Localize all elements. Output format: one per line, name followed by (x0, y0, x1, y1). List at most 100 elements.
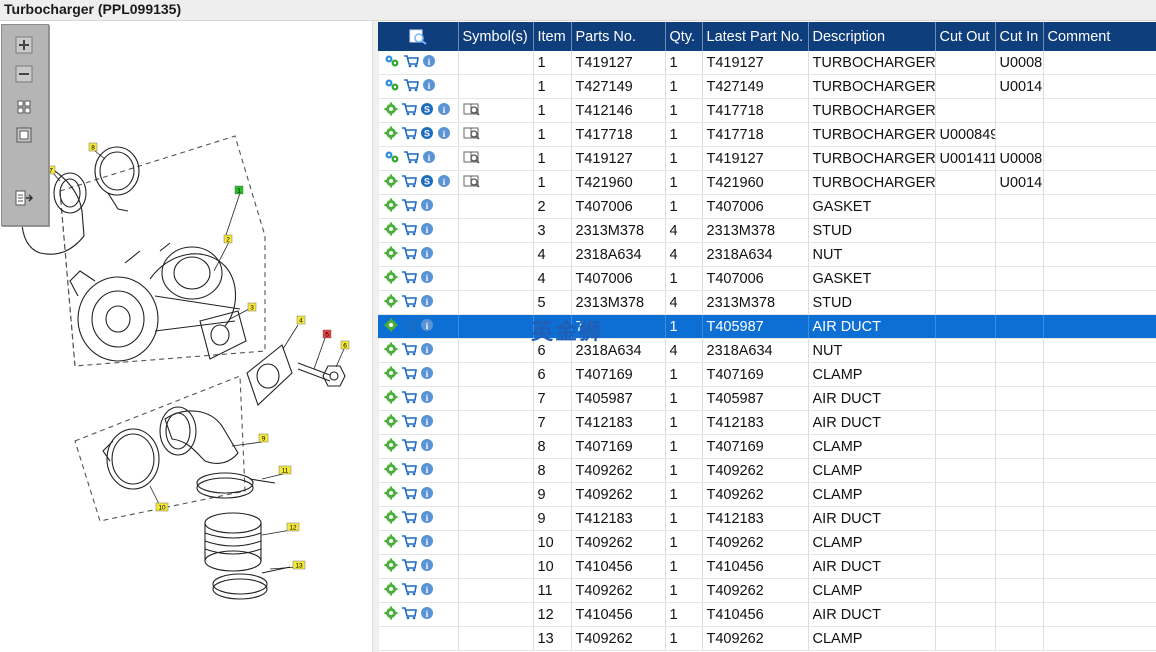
info-icon[interactable]: i (420, 390, 434, 408)
info-icon[interactable]: i (420, 246, 434, 264)
gear-icon[interactable] (384, 198, 398, 216)
parts-icon[interactable] (384, 78, 400, 96)
col-header-description[interactable]: Description (808, 22, 936, 51)
cart-icon[interactable] (401, 102, 417, 120)
info-icon[interactable]: i (420, 414, 434, 432)
cart-icon[interactable] (401, 438, 417, 456)
table-row[interactable]: i 1 T419127 1 T419127 TURBOCHARGER U0008 (378, 51, 1156, 75)
gear-icon[interactable] (384, 486, 398, 504)
info-icon[interactable]: i (437, 174, 451, 192)
cart-icon[interactable] (403, 78, 419, 96)
col-header-cut-out[interactable]: Cut Out (935, 22, 996, 51)
info-icon[interactable]: i (437, 102, 451, 120)
gear-icon[interactable] (384, 438, 398, 456)
cart-icon[interactable] (401, 414, 417, 432)
table-row[interactable]: Si 1 T417718 1 T417718 TURBOCHARGER U000849 (378, 122, 1156, 147)
cart-icon[interactable] (401, 366, 417, 384)
service-icon[interactable]: S (420, 174, 434, 192)
info-icon[interactable]: i (422, 54, 436, 72)
table-row[interactable]: i 9 T412183 1 T412183 AIR DUCT (378, 506, 1156, 531)
info-icon[interactable]: i (420, 198, 434, 216)
gear-icon[interactable] (384, 342, 398, 360)
col-header-parts-no[interactable]: Parts No. (571, 22, 666, 51)
gear-icon[interactable] (384, 294, 398, 312)
info-icon[interactable]: i (420, 486, 434, 504)
cart-icon[interactable] (401, 390, 417, 408)
gear-icon[interactable] (384, 462, 398, 480)
table-row[interactable]: i 11 T409262 1 T409262 CLAMP (378, 578, 1156, 603)
info-icon[interactable]: i (420, 534, 434, 552)
cart-icon[interactable] (401, 294, 417, 312)
zoom-out-icon[interactable] (13, 64, 35, 84)
illustration-book-icon[interactable] (463, 150, 481, 168)
table-row[interactable]: i 2 T407006 1 T407006 GASKET (378, 194, 1156, 219)
info-icon[interactable]: i (420, 294, 434, 312)
illustration-book-icon[interactable] (463, 174, 481, 192)
col-header-symbols[interactable]: Symbol(s) (458, 22, 534, 51)
info-icon[interactable]: i (420, 558, 434, 576)
parts-icon[interactable] (384, 54, 400, 72)
fit-page-icon[interactable] (13, 97, 35, 117)
table-row[interactable]: 13 T409262 1 T409262 CLAMP (378, 626, 1156, 651)
table-row[interactable]: i 7 1 T405987 AIR DUCT (378, 314, 1156, 339)
gear-icon[interactable] (384, 126, 398, 144)
table-row[interactable]: Si 1 T412146 1 T417718 TURBOCHARGER (378, 98, 1156, 123)
table-row[interactable]: i 1 T419127 1 T419127 TURBOCHARGER U001411 U000… (378, 146, 1156, 171)
cart-icon[interactable] (401, 126, 417, 144)
info-icon[interactable]: i (422, 78, 436, 96)
col-header-qty[interactable]: Qty. (665, 22, 703, 51)
table-row[interactable]: i 10 T410456 1 T410456 AIR DUCT (378, 554, 1156, 579)
info-icon[interactable]: i (420, 606, 434, 624)
gear-icon[interactable] (384, 414, 398, 432)
gear-icon[interactable] (384, 558, 398, 576)
cart-icon[interactable] (401, 582, 417, 600)
info-icon[interactable]: i (420, 438, 434, 456)
table-row[interactable]: i 6 2318A634 4 2318A634 NUT (378, 338, 1156, 363)
illustration-book-icon[interactable] (463, 102, 481, 120)
table-row[interactable]: i 1 T427149 1 T427149 TURBOCHARGER U0014 (378, 74, 1156, 99)
cart-icon[interactable] (401, 198, 417, 216)
cart-icon[interactable] (403, 150, 419, 168)
cart-icon[interactable] (401, 174, 417, 192)
cart-icon[interactable] (401, 534, 417, 552)
table-row[interactable]: i 10 T409262 1 T409262 CLAMP (378, 530, 1156, 555)
info-icon[interactable]: i (420, 462, 434, 480)
cart-icon[interactable] (401, 222, 417, 240)
table-row[interactable]: Si 1 T421960 1 T421960 TURBOCHARGER U0014 (378, 170, 1156, 195)
gear-icon[interactable] (384, 366, 398, 384)
col-header-find[interactable] (378, 22, 459, 51)
table-row[interactable]: i 5 2313M378 4 2313M378 STUD (378, 290, 1156, 315)
gear-icon[interactable] (384, 222, 398, 240)
info-icon[interactable]: i (420, 222, 434, 240)
table-row[interactable]: i 7 T405987 1 T405987 AIR DUCT (378, 386, 1156, 411)
table-row[interactable]: i 6 T407169 1 T407169 CLAMP (378, 362, 1156, 387)
col-header-item[interactable]: Item (533, 22, 572, 51)
cart-icon[interactable] (401, 318, 417, 336)
cart-icon[interactable] (401, 462, 417, 480)
export-icon[interactable] (13, 188, 35, 208)
gear-icon[interactable] (384, 510, 398, 528)
cart-icon[interactable] (401, 270, 417, 288)
table-row[interactable]: i 12 T410456 1 T410456 AIR DUCT (378, 602, 1156, 627)
col-header-cut-in[interactable]: Cut In (995, 22, 1044, 51)
gear-icon[interactable] (384, 606, 398, 624)
info-icon[interactable]: i (420, 270, 434, 288)
gear-icon[interactable] (384, 318, 398, 336)
info-icon[interactable]: i (437, 126, 451, 144)
col-header-comment[interactable]: Comment (1043, 22, 1156, 51)
service-icon[interactable]: S (420, 102, 434, 120)
gear-icon[interactable] (384, 102, 398, 120)
table-row[interactable]: i 3 2313M378 4 2313M378 STUD (378, 218, 1156, 243)
gear-icon[interactable] (384, 246, 398, 264)
info-icon[interactable]: i (420, 510, 434, 528)
exploded-diagram[interactable]: 1 2 3 4 5 6 7 8 9 10 11 12 13 (0, 21, 372, 652)
zoom-in-icon[interactable] (13, 35, 35, 55)
col-header-latest-part-no[interactable]: Latest Part No. (702, 22, 809, 51)
parts-icon[interactable] (384, 150, 400, 168)
table-row[interactable]: i 7 T412183 1 T412183 AIR DUCT (378, 410, 1156, 435)
info-icon[interactable]: i (422, 150, 436, 168)
gear-icon[interactable] (384, 534, 398, 552)
cart-icon[interactable] (401, 558, 417, 576)
gear-icon[interactable] (384, 390, 398, 408)
info-icon[interactable]: i (420, 342, 434, 360)
